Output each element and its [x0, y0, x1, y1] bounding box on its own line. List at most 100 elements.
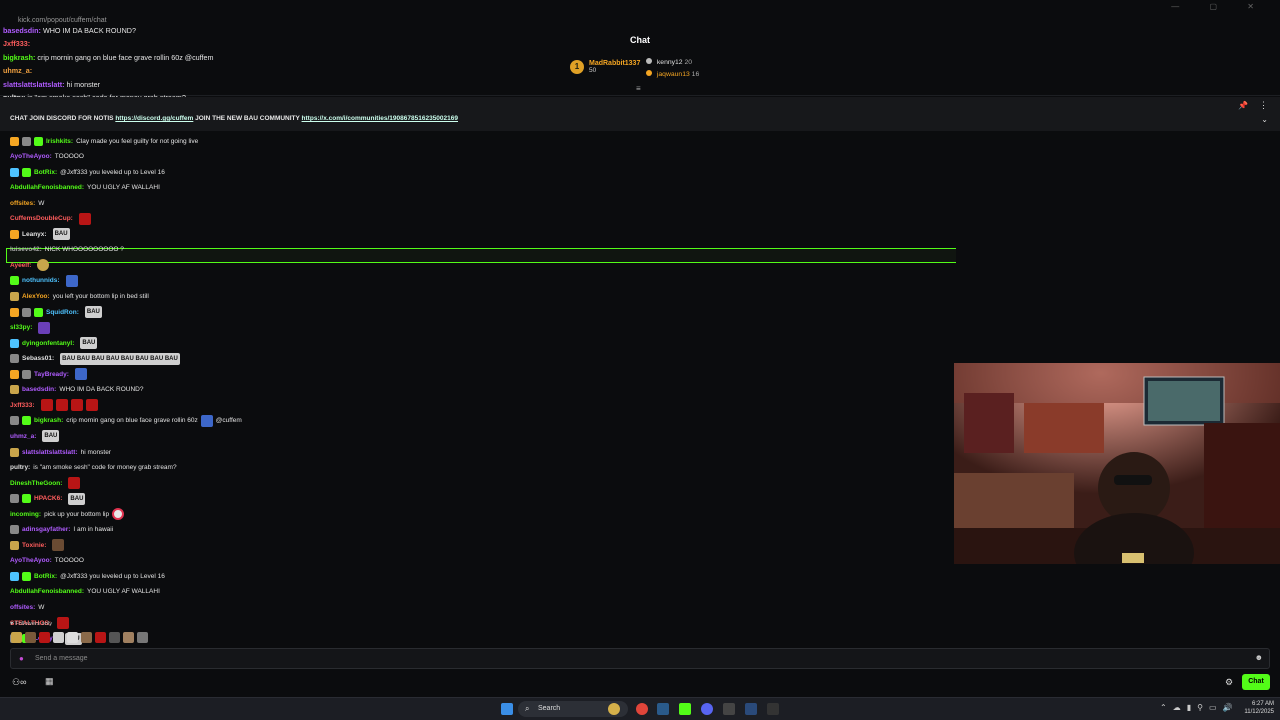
username[interactable]: sl33py: [10, 324, 32, 331]
gear-icon[interactable]: ⚙ [1225, 677, 1233, 688]
username[interactable]: AbdullahFenoisbanned: [10, 184, 84, 191]
emote-menu-icon[interactable]: ▦ [45, 676, 54, 687]
username[interactable]: dyingonfentanyl: [22, 340, 74, 347]
username[interactable]: Irishkits: [46, 138, 73, 145]
username[interactable]: basedsdin: [22, 386, 56, 393]
username[interactable]: Sebass01: [22, 355, 54, 362]
gifter-item[interactable]: jaqwaun13 16 [646, 70, 699, 78]
emote[interactable] [112, 508, 125, 521]
app-icon[interactable] [723, 703, 735, 715]
badge-icon[interactable] [10, 354, 19, 364]
username[interactable]: basedsdin: [3, 26, 41, 35]
app-icon[interactable] [767, 703, 779, 715]
badge-icon[interactable] [10, 494, 19, 504]
username[interactable]: Jxff333: [3, 39, 30, 48]
username[interactable]: Jxff333: [10, 402, 35, 409]
badge-icon[interactable] [22, 571, 31, 581]
gifter-item[interactable]: kenny12 20 [646, 58, 692, 66]
emote[interactable] [38, 321, 51, 334]
username[interactable]: slattslattslattslatt: [3, 80, 65, 89]
badge-icon[interactable] [22, 136, 31, 146]
mention[interactable]: @cuffem [216, 417, 242, 424]
badge-icon[interactable] [22, 307, 31, 317]
badge-icon[interactable] [10, 276, 19, 286]
weather-icon[interactable] [608, 703, 620, 715]
badge-icon[interactable] [10, 571, 19, 581]
username[interactable]: offsites: [10, 200, 35, 207]
emote[interactable] [137, 632, 148, 643]
community-link[interactable]: https://x.com/i/communities/190867851623… [302, 115, 458, 122]
badge-icon[interactable] [10, 369, 19, 379]
more-options-icon[interactable]: ⋮ [1259, 100, 1268, 111]
message-input[interactable]: ● Send a message ☻ [10, 648, 1270, 669]
emote[interactable] [200, 414, 213, 427]
username[interactable]: uhmz_a: [10, 433, 36, 440]
chevron-down-icon[interactable]: ⌄ [1261, 115, 1268, 124]
badge-icon[interactable] [22, 494, 31, 504]
username[interactable]: DineshTheGoon: [10, 480, 62, 487]
username[interactable]: AyoTheAyoo: [10, 557, 52, 564]
username[interactable]: BotRix: [34, 573, 57, 580]
username[interactable]: adinsgayfather: [22, 526, 70, 533]
user-badges-icon[interactable]: ⚇∞ [12, 677, 26, 688]
username[interactable]: bigkrash: [34, 417, 63, 424]
badge-icon[interactable] [10, 447, 19, 457]
badge-icon[interactable] [10, 136, 19, 146]
username[interactable]: nothunnids: [22, 277, 60, 284]
start-icon[interactable] [501, 703, 513, 715]
emote[interactable]: BAU [68, 492, 86, 505]
username[interactable]: SquidRon: [46, 309, 79, 316]
badge-icon[interactable] [10, 167, 19, 177]
badge-icon[interactable] [10, 307, 19, 317]
emote[interactable] [57, 617, 70, 630]
emote[interactable] [109, 632, 120, 643]
emoji-icon[interactable]: ☻ [1255, 653, 1263, 662]
badge-icon[interactable] [10, 229, 19, 239]
top-gifter[interactable]: 1 MadRabbit1337 50 [570, 60, 640, 74]
discord-link[interactable]: https://discord.gg/cuffem [115, 115, 193, 122]
emote[interactable] [85, 399, 98, 412]
username[interactable]: Ayeelf: [10, 262, 31, 269]
username[interactable]: BotRix: [34, 169, 57, 176]
badge-icon[interactable] [10, 338, 19, 348]
emote[interactable] [39, 632, 50, 643]
username[interactable]: HPACK6: [34, 495, 62, 502]
pin-icon[interactable]: 📌 [1238, 101, 1248, 110]
emote[interactable] [123, 632, 134, 643]
badge-icon[interactable] [34, 307, 43, 317]
emote[interactable] [68, 477, 81, 490]
emote[interactable] [78, 212, 91, 225]
emote[interactable] [53, 632, 64, 643]
username[interactable]: Toxinie: [22, 542, 46, 549]
emote[interactable] [95, 632, 106, 643]
username[interactable]: Leanyx: [22, 231, 47, 238]
window-controls[interactable]: — ▢ ✕ [1171, 2, 1268, 11]
emote[interactable] [67, 632, 78, 643]
username[interactable]: bigkrash: [3, 53, 35, 62]
username[interactable]: AbdullahFenoisbanned: [10, 588, 84, 595]
username[interactable]: AlexYoo: [22, 293, 50, 300]
emote[interactable]: BAU [80, 337, 98, 350]
badge-icon[interactable] [10, 385, 19, 395]
username[interactable]: slattslattslattslatt: [22, 449, 78, 456]
emote[interactable]: BAU BAU BAU BAU BAU BAU BAU BAU [60, 352, 180, 365]
emote[interactable] [55, 399, 68, 412]
emote[interactable] [37, 259, 50, 272]
username[interactable]: CuffemsDoubleCup: [10, 215, 73, 222]
username[interactable]: uhmz_a: [3, 66, 32, 75]
badge-icon[interactable] [10, 525, 19, 535]
emote[interactable] [81, 632, 92, 643]
badge-icon[interactable] [10, 292, 19, 301]
username[interactable]: TayBready: [34, 371, 69, 378]
kick-icon[interactable] [679, 703, 691, 715]
stream-preview[interactable] [954, 363, 1280, 564]
emote[interactable] [52, 539, 65, 552]
username[interactable]: pultry: [10, 464, 30, 471]
emote[interactable]: BAU [52, 228, 70, 241]
collapse-icon[interactable]: ≡ [636, 84, 641, 93]
system-tray[interactable]: ⌃☁▮⚲▭🔊 [1160, 703, 1238, 712]
badge-icon[interactable] [22, 167, 31, 177]
badge-icon[interactable] [10, 540, 19, 550]
emote[interactable] [70, 399, 83, 412]
emote[interactable] [74, 368, 87, 381]
